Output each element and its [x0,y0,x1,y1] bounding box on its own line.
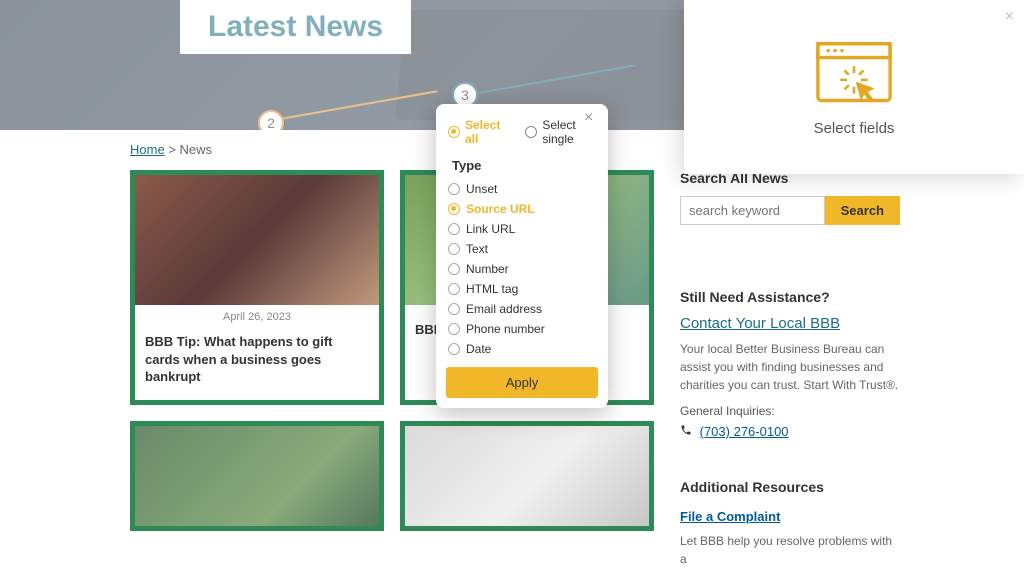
resources-block: Additional Resources File a Complaint Le… [680,479,900,568]
radio-icon [448,223,460,235]
type-option-label: Phone number [466,322,545,336]
sidebar: Search All News Search Still Need Assist… [680,170,900,578]
radio-icon [448,243,460,255]
inquiries-label: General Inquiries: [680,404,900,418]
radio-icon [448,263,460,275]
select-all-label: Select all [465,118,505,146]
type-option[interactable]: Date [448,339,596,359]
breadcrumb-sep: > [168,142,176,157]
type-option[interactable]: Number [448,259,596,279]
resources-heading: Additional Resources [680,479,900,495]
page-title: Latest News [208,10,383,44]
resources-text: Let BBB help you resolve problems with a [680,532,900,568]
breadcrumb-home[interactable]: Home [130,142,165,157]
select-all-radio[interactable]: Select all [448,118,505,146]
file-complaint-link[interactable]: File a Complaint [680,509,900,524]
step-2-badge: 2 [258,110,284,130]
radio-icon [448,323,460,335]
type-option[interactable]: Email address [448,299,596,319]
type-option-label: Date [466,342,491,356]
card-date: April 26, 2023 [135,305,379,329]
radio-icon [448,183,460,195]
type-option[interactable]: Source URL [448,199,596,219]
type-option-label: HTML tag [466,282,518,296]
card-image [405,426,649,531]
assist-heading: Still Need Assistance? [680,289,900,305]
news-card[interactable] [400,421,654,531]
close-icon[interactable]: × [1005,8,1014,26]
card-image [135,426,379,531]
extension-label: Select fields [814,120,895,137]
search-input[interactable] [680,196,825,225]
radio-icon [448,203,460,215]
type-option[interactable]: Unset [448,179,596,199]
radio-icon [448,303,460,315]
type-option-label: Text [466,242,488,256]
type-option[interactable]: HTML tag [448,279,596,299]
type-heading: Type [436,154,608,179]
hero-title-box: Latest News [180,0,411,54]
phone-link[interactable]: (703) 276-0100 [700,424,789,439]
phone-icon [680,424,700,439]
search-block: Search All News Search [680,170,900,225]
radio-icon [448,283,460,295]
type-option-list: Unset Source URL Link URL Text Number HTML ta… [436,179,608,359]
breadcrumb: Home > News [130,142,212,157]
connector-line [280,90,438,120]
close-icon[interactable]: × [584,110,600,126]
card-title: BBB Tip: What happens to gift cards when… [135,329,379,400]
type-option[interactable]: Phone number [448,319,596,339]
news-card[interactable]: April 26, 2023 BBB Tip: What happens to … [130,170,384,405]
assist-text: Your local Better Business Bureau can as… [680,340,900,394]
radio-icon [448,343,460,355]
type-option-label: Number [466,262,509,276]
assistance-block: Still Need Assistance? Contact Your Loca… [680,289,900,439]
type-option-label: Link URL [466,222,515,236]
extension-panel: × Select fields [684,0,1024,174]
select-fields-icon [811,38,897,108]
connector-line [478,64,636,94]
mode-row: Select all Select single [436,116,608,154]
apply-button[interactable]: Apply [446,367,598,398]
phone-row: (703) 276-0100 [680,424,900,439]
type-option[interactable]: Text [448,239,596,259]
radio-icon [448,126,460,138]
type-option-label: Unset [466,182,497,196]
contact-local-link[interactable]: Contact Your Local BBB [680,315,900,332]
radio-icon [525,126,537,138]
type-option-label: Source URL [466,202,535,216]
field-type-popup: × Select all Select single Type Unset Sou… [436,104,608,408]
breadcrumb-current: News [180,142,213,157]
search-row: Search [680,196,900,225]
type-option[interactable]: Link URL [448,219,596,239]
type-option-label: Email address [466,302,542,316]
card-image [135,175,379,305]
search-button[interactable]: Search [825,196,900,225]
news-card[interactable] [130,421,384,531]
